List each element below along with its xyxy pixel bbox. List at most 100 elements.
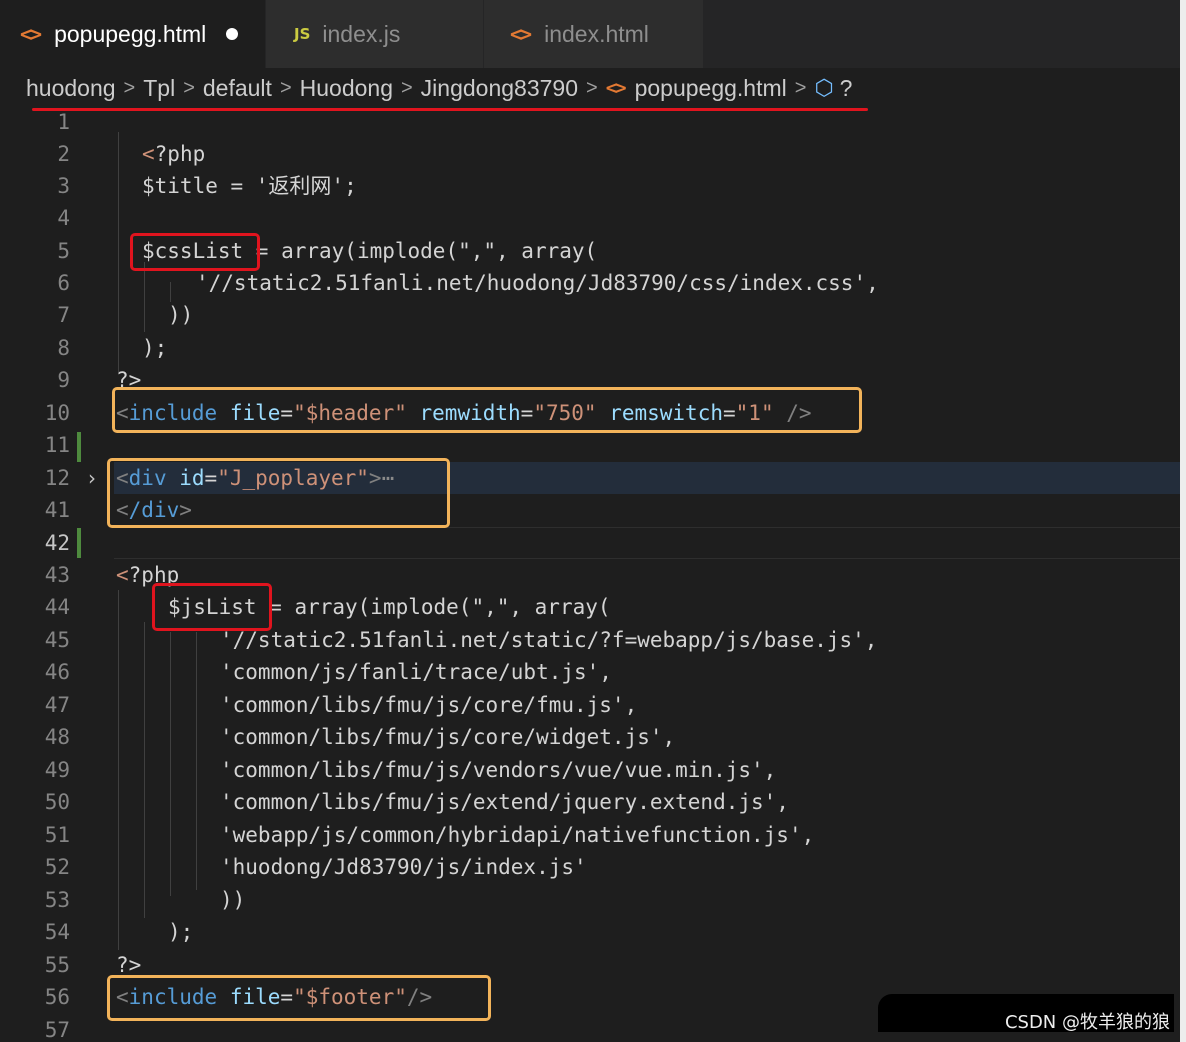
code-line: 51 'webapp/js/common/hybridapi/nativefun… xyxy=(0,819,1180,851)
html-file-icon: <> xyxy=(20,22,42,46)
unsaved-dot-icon[interactable] xyxy=(226,28,239,40)
line-number: 9 xyxy=(57,368,70,392)
code-line: 52 'huodong/Jd83790/js/index.js' xyxy=(0,851,1180,883)
line-number: 10 xyxy=(44,401,70,425)
code-text: $title = '返利网'; xyxy=(142,174,357,198)
breadcrumb-item[interactable]: default xyxy=(203,75,272,102)
line-number: 56 xyxy=(44,985,70,1009)
annotation-box-csslist xyxy=(130,233,260,271)
line-number: 52 xyxy=(44,855,70,879)
line-number: 57 xyxy=(44,1018,70,1042)
code-text: 'common/libs/fmu/js/vendors/vue/vue.min.… xyxy=(220,758,777,782)
breadcrumb-symbol[interactable]: ? xyxy=(840,75,853,102)
code-text: '//static2.51fanli.net/huodong/Jd83790/c… xyxy=(196,271,879,295)
code-text: 'common/js/fanli/trace/ubt.js', xyxy=(220,660,612,684)
window-edge xyxy=(1180,0,1186,1042)
tab-index-html[interactable]: <> index.html xyxy=(484,0,704,68)
html-file-icon: <> xyxy=(510,22,532,46)
code-text: 'common/libs/fmu/js/extend/jquery.extend… xyxy=(220,790,789,814)
line-number: 50 xyxy=(44,790,70,814)
line-number: 47 xyxy=(44,693,70,717)
code-editor[interactable]: 1 2 <?php 3 $title = '返利网'; 4 5 $cssList… xyxy=(0,110,1180,1042)
code-line: 8 ); xyxy=(0,332,1180,364)
line-number: 49 xyxy=(44,758,70,782)
code-line: 3 $title = '返利网'; xyxy=(0,170,1180,202)
line-number: 45 xyxy=(44,628,70,652)
chevron-right-icon: > xyxy=(183,76,195,99)
php-open-bracket: < xyxy=(142,142,155,166)
line-number: 55 xyxy=(44,953,70,977)
breadcrumb-file[interactable]: popupegg.html xyxy=(635,75,787,102)
symbol-cube-icon: ⬡ xyxy=(814,75,834,100)
line-number: 43 xyxy=(44,563,70,587)
code-line: 6 '//static2.51fanli.net/huodong/Jd83790… xyxy=(0,267,1180,299)
line-number: 6 xyxy=(57,271,70,295)
code-text: ); xyxy=(142,336,168,360)
annotation-box-header-include xyxy=(112,387,862,433)
php-open-tag: ?php xyxy=(154,142,206,166)
line-number: 44 xyxy=(44,595,70,619)
code-line: 7 )) xyxy=(0,299,1180,331)
code-line: 1 xyxy=(0,106,1180,138)
code-text: '//static2.51fanli.net/static/?f=webapp/… xyxy=(220,628,878,652)
code-line: 2 <?php xyxy=(0,138,1180,170)
tab-label: popupegg.html xyxy=(54,20,207,47)
line-number: 12 xyxy=(44,466,70,490)
code-text: ); xyxy=(168,920,194,944)
code-line: 4 xyxy=(0,202,1180,234)
breadcrumb-item[interactable]: Jingdong83790 xyxy=(421,75,578,102)
line-number: 11 xyxy=(44,433,70,457)
watermark: CSDN @牧羊狼的狼 xyxy=(1004,1012,1170,1033)
code-line: 53 )) xyxy=(0,884,1180,916)
line-number: 8 xyxy=(57,336,70,360)
code-text: )) xyxy=(168,303,194,327)
annotation-box-footer-include xyxy=(107,975,491,1021)
line-number: 2 xyxy=(57,142,70,166)
code-line: 54 ); xyxy=(0,916,1180,948)
code-text: 'common/libs/fmu/js/core/widget.js', xyxy=(220,725,676,749)
code-text: )) xyxy=(220,888,246,912)
tab-bar: <> popupegg.html JS index.js <> index.ht… xyxy=(0,0,1180,68)
code-line: 49 'common/libs/fmu/js/vendors/vue/vue.m… xyxy=(0,754,1180,786)
js-file-icon: JS xyxy=(294,25,311,43)
line-number: 48 xyxy=(44,725,70,749)
code-text: = array(implode(",", array( xyxy=(243,239,598,263)
code-line: 46 'common/js/fanli/trace/ubt.js', xyxy=(0,656,1180,688)
tab-label: index.js xyxy=(322,20,401,47)
breadcrumb-item[interactable]: huodong xyxy=(26,75,116,102)
code-text: = array(implode(",", array( xyxy=(256,595,611,619)
breadcrumb-item[interactable]: Huodong xyxy=(300,75,393,102)
line-number: 7 xyxy=(57,303,70,327)
chevron-right-icon: > xyxy=(586,76,598,99)
line-number: 41 xyxy=(44,498,70,522)
line-number: 46 xyxy=(44,660,70,684)
code-text: 'common/libs/fmu/js/core/fmu.js', xyxy=(220,693,638,717)
line-number: 5 xyxy=(57,239,70,263)
chevron-right-icon: > xyxy=(794,76,807,99)
line-number: 51 xyxy=(44,823,70,847)
tab-index-js[interactable]: JS index.js xyxy=(266,0,484,68)
chevron-right-icon: > xyxy=(279,76,292,99)
tab-label: index.html xyxy=(544,20,649,47)
line-number: 1 xyxy=(57,110,70,134)
code-line: 48 'common/libs/fmu/js/core/widget.js', xyxy=(0,721,1180,753)
line-number: 54 xyxy=(44,920,70,944)
code-line: 11 xyxy=(0,429,1180,461)
annotation-box-jslist xyxy=(152,583,272,631)
line-number: 53 xyxy=(44,888,70,912)
chevron-right-icon: > xyxy=(123,76,136,99)
breadcrumb: huodong > Tpl > default > Huodong > Jing… xyxy=(0,68,1180,108)
html-file-icon: <> xyxy=(605,77,627,99)
line-number: 3 xyxy=(57,174,70,198)
breadcrumb-item[interactable]: Tpl xyxy=(143,75,175,102)
annotation-box-poplayer-div xyxy=(107,458,450,528)
chevron-right-icon: > xyxy=(400,76,413,99)
code-line: 42 xyxy=(0,527,1180,559)
line-number: 42 xyxy=(44,531,70,555)
code-text: 'webapp/js/common/hybridapi/nativefuncti… xyxy=(220,823,815,847)
code-line: 47 'common/libs/fmu/js/core/fmu.js', xyxy=(0,689,1180,721)
tab-popupegg-html[interactable]: <> popupegg.html xyxy=(0,0,266,68)
fold-chevron-right-icon[interactable]: › xyxy=(88,462,96,494)
code-text: 'huodong/Jd83790/js/index.js' xyxy=(220,855,587,879)
code-line: 50 'common/libs/fmu/js/extend/jquery.ext… xyxy=(0,786,1180,818)
